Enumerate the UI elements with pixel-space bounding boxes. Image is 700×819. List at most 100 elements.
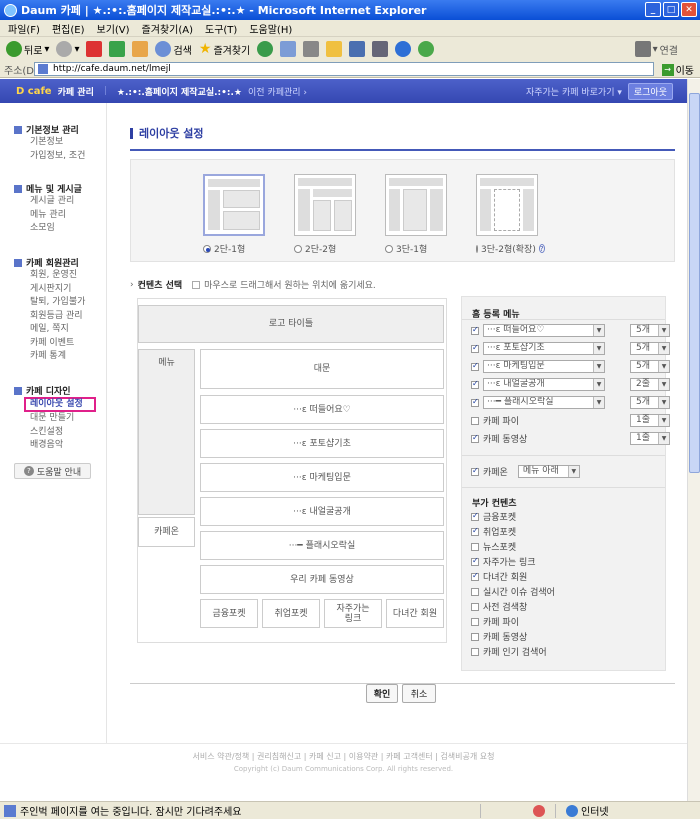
- search-button[interactable]: 검색: [155, 41, 192, 57]
- preview-board-block[interactable]: ···ε 내얼굴공개: [200, 497, 444, 526]
- menu-favorites[interactable]: 즐겨찾기(A): [142, 21, 193, 36]
- cafe-name[interactable]: ★.:•:.홈페이지 제작교실.:•:.★: [117, 85, 242, 98]
- preview-video-block[interactable]: 우리 카페 동영상: [200, 565, 444, 594]
- layout-radio[interactable]: [294, 244, 302, 253]
- refresh-icon[interactable]: [109, 41, 126, 57]
- address-input[interactable]: http://cafe.daum.net/lmejl: [34, 62, 654, 76]
- print-icon[interactable]: [303, 41, 320, 57]
- preview-board-block[interactable]: ···ε 마케팅입문: [200, 463, 444, 492]
- count-select[interactable]: 5개 ▼: [630, 360, 670, 373]
- preview-visitors[interactable]: 다녀간 회원: [386, 599, 444, 628]
- checkbox[interactable]: [471, 325, 479, 335]
- sidebar-item-board-keeper[interactable]: 게시판지기: [14, 283, 85, 297]
- count-select[interactable]: 5개 ▼: [630, 342, 670, 355]
- checkbox[interactable]: [471, 511, 479, 521]
- back-button[interactable]: 뒤로 ▾: [6, 41, 49, 57]
- sidebar-item-join-info[interactable]: 가입정보, 조건: [14, 150, 85, 164]
- minimize-button[interactable]: _: [645, 2, 661, 17]
- sidebar-item-mail[interactable]: 메일, 쪽지: [14, 323, 85, 337]
- checkbox[interactable]: [471, 647, 479, 656]
- folder-icon[interactable]: [326, 41, 343, 57]
- layout-thumb[interactable]: [294, 174, 356, 236]
- preview-job-pocket[interactable]: 취업포켓: [262, 599, 320, 628]
- scrollbar-thumb[interactable]: [689, 93, 700, 473]
- sidebar-item-withdraw[interactable]: 탈퇴, 가입불가: [14, 296, 85, 310]
- mail-icon[interactable]: [280, 41, 297, 57]
- daum-cafe-logo[interactable]: D cafe: [16, 86, 52, 97]
- checkbox[interactable]: [471, 632, 479, 641]
- go-button[interactable]: → 이동: [661, 62, 694, 77]
- vertical-scrollbar[interactable]: [687, 79, 700, 801]
- cancel-button[interactable]: 취소: [402, 684, 436, 703]
- menu-file[interactable]: 파일(F): [8, 21, 40, 36]
- menu-select[interactable]: ···ε 포토샵기초 ▼: [483, 342, 605, 355]
- layout-option-2-1[interactable]: 2단-1형: [203, 174, 265, 255]
- menu-edit[interactable]: 편집(E): [52, 21, 85, 36]
- maximize-button[interactable]: □: [663, 2, 679, 17]
- preview-board-block[interactable]: ···━ 플래시오락실: [200, 531, 444, 560]
- menu-view[interactable]: 보기(V): [97, 21, 130, 36]
- links-button[interactable]: ▾ 연결: [634, 41, 678, 57]
- menu-select[interactable]: ···ε 떠들어요♡ ▼: [483, 324, 605, 337]
- cafeon-position-select[interactable]: 메뉴 아래 ▼: [517, 465, 580, 478]
- research-icon[interactable]: [372, 41, 389, 57]
- confirm-button[interactable]: 확인: [366, 684, 398, 703]
- checkbox[interactable]: [471, 556, 479, 566]
- checkbox[interactable]: [471, 571, 479, 581]
- count-select[interactable]: 2줄 ▼: [630, 378, 670, 391]
- sidebar-item-members[interactable]: 회원, 운영진: [14, 269, 85, 283]
- count-select[interactable]: 1줄 ▼: [630, 432, 670, 445]
- preview-board-block[interactable]: ···ε 떠들어요♡: [200, 395, 444, 424]
- sidebar-group-title[interactable]: 카페 회원관리: [26, 256, 79, 269]
- logout-button[interactable]: 로그아웃: [627, 82, 673, 100]
- count-select[interactable]: 5개 ▼: [630, 396, 670, 409]
- menu-tools[interactable]: 도구(T): [205, 21, 237, 36]
- preview-board-block[interactable]: ···ε 포토샵기초: [200, 429, 444, 458]
- sidebar-item-gate[interactable]: 대문 만들기: [14, 412, 96, 426]
- help-button[interactable]: ? 도움말 안내: [14, 463, 91, 479]
- layout-thumb[interactable]: [385, 174, 447, 236]
- layout-thumb[interactable]: [476, 174, 538, 236]
- gear-icon[interactable]: [395, 41, 412, 57]
- checkbox[interactable]: [471, 587, 479, 596]
- menu-select[interactable]: ···ε 마케팅입문 ▼: [483, 360, 605, 373]
- preview-cafeon-block[interactable]: 카페온: [138, 517, 195, 547]
- layout-radio[interactable]: [476, 244, 478, 253]
- menu-select[interactable]: ···ε 내얼굴공개 ▼: [483, 378, 605, 391]
- layout-radio[interactable]: [203, 244, 211, 253]
- sidebar-group-title[interactable]: 메뉴 및 게시글: [26, 182, 82, 195]
- sidebar-item-member-levels[interactable]: 회원등급 관리: [14, 310, 85, 324]
- stop-icon[interactable]: [86, 41, 103, 57]
- checkbox[interactable]: [471, 416, 479, 425]
- forward-button[interactable]: ▾: [56, 41, 79, 57]
- sidebar-item-subgroups[interactable]: 소모임: [14, 222, 82, 236]
- popup-blocker-icon[interactable]: [533, 804, 545, 817]
- preview-gate-block[interactable]: 대문: [200, 349, 444, 389]
- close-button[interactable]: ✕: [681, 2, 697, 17]
- sidebar-item-basic-info[interactable]: 기본정보: [14, 136, 85, 150]
- footer-links[interactable]: 서비스 약관/정책 | 권리침해신고 | 카페 신고 | 이용약관 | 카페 고…: [0, 751, 687, 762]
- sidebar-item-skin[interactable]: 스킨설정: [14, 426, 96, 440]
- sidebar-item-bgm[interactable]: 배경음악: [14, 439, 96, 453]
- favorites-button[interactable]: ★ 즐겨찾기: [199, 41, 250, 57]
- count-select[interactable]: 5개 ▼: [630, 324, 670, 337]
- cafe-management-label[interactable]: 카페 관리: [58, 85, 94, 98]
- count-select[interactable]: 1줄 ▼: [630, 414, 670, 427]
- layout-option-2-2[interactable]: 2단-2형: [294, 174, 356, 255]
- sidebar-item-posts[interactable]: 게시글 관리: [14, 195, 82, 209]
- sidebar-group-title[interactable]: 기본정보 관리: [26, 123, 79, 136]
- sidebar-item-layout[interactable]: 레이아웃 설정: [24, 397, 96, 412]
- checkbox[interactable]: [471, 433, 479, 443]
- preview-logo-block[interactable]: 로고 타이틀: [138, 305, 444, 343]
- menu-select[interactable]: ···━ 플래시오락실 ▼: [483, 396, 605, 409]
- preview-links[interactable]: 자주가는 링크: [324, 599, 382, 628]
- history-icon[interactable]: [257, 41, 274, 57]
- preview-finance-pocket[interactable]: 금융포켓: [200, 599, 258, 628]
- checkbox[interactable]: [471, 466, 479, 476]
- checkbox[interactable]: [471, 379, 479, 389]
- checkbox[interactable]: [471, 602, 479, 611]
- help-question-icon[interactable]: ?: [538, 244, 545, 253]
- layout-thumb[interactable]: [203, 174, 265, 236]
- menu-help[interactable]: 도움말(H): [249, 21, 292, 36]
- checkbox[interactable]: [471, 397, 479, 407]
